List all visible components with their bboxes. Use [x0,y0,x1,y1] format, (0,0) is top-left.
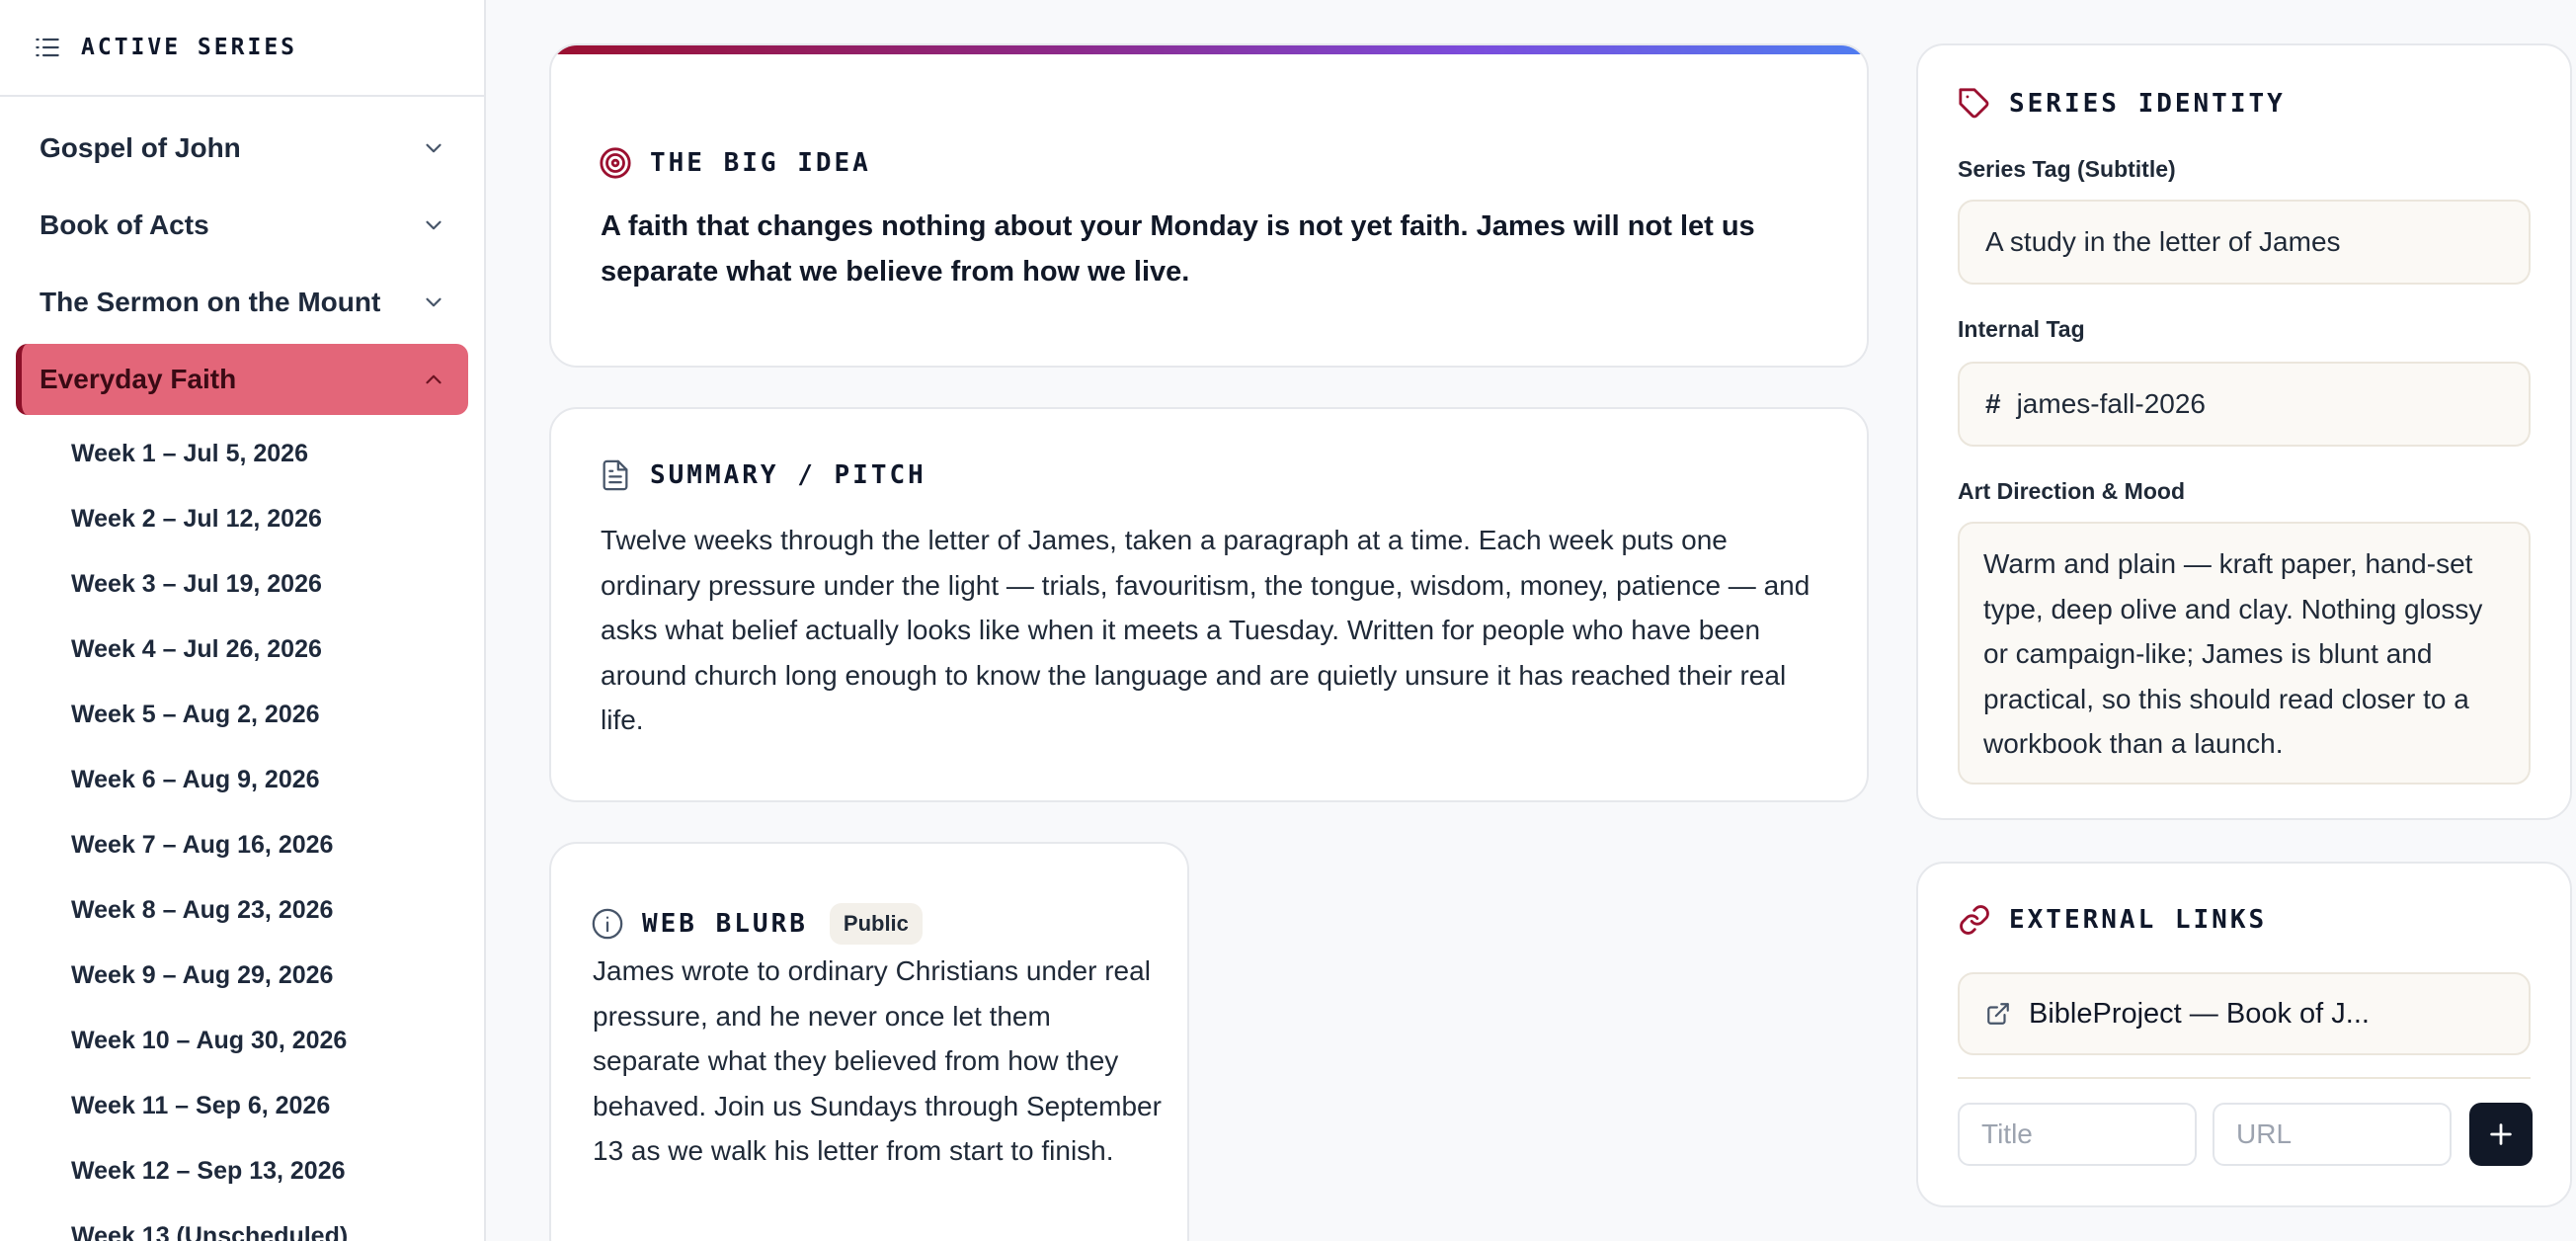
series-list: Gospel of John Book of Acts The Sermon o… [0,97,484,1241]
art-direction-value: Warm and plain — kraft paper, hand-set t… [1983,548,2483,759]
sidebar-title: ACTIVE SERIES [81,35,298,60]
series-identity-heading: SERIES IDENTITY [1958,87,2286,121]
week-item[interactable]: Week 1 – Jul 5, 2026 [71,421,468,486]
week-item[interactable]: Week 2 – Jul 12, 2026 [71,486,468,551]
week-item[interactable]: Week 3 – Jul 19, 2026 [71,551,468,617]
week-item[interactable]: Week 10 – Aug 30, 2026 [71,1008,468,1073]
series-item-everyday-faith[interactable]: Everyday Faith [16,344,468,415]
divider [1958,1077,2531,1079]
internal-tag-field[interactable]: # james-fall-2026 [1958,362,2531,447]
series-tag-value: A study in the letter of James [1985,226,2341,257]
big-idea-card: THE BIG IDEA A faith that changes nothin… [549,43,1869,368]
series-item-label: Gospel of John [40,132,241,163]
external-link-icon [1987,1003,2009,1025]
public-badge: Public [829,903,923,945]
web-blurb-heading: WEB BLURB Public [591,903,923,945]
series-identity-card: SERIES IDENTITY Series Tag (Subtitle) A … [1916,43,2572,820]
week-item[interactable]: Week 4 – Jul 26, 2026 [71,617,468,682]
summary-text[interactable]: Twelve weeks through the letter of James… [601,518,1825,743]
link-icon [1960,905,1989,935]
plus-icon [2490,1123,2512,1145]
week-list: Week 1 – Jul 5, 2026 Week 2 – Jul 12, 20… [16,421,468,1241]
external-link-label: BibleProject — Book of J... [2029,997,2370,1030]
art-direction-label: Art Direction & Mood [1958,478,2185,504]
series-item-sermon-on-the-mount[interactable]: The Sermon on the Mount [16,267,468,338]
external-link-item[interactable]: BibleProject — Book of J... [1958,972,2531,1055]
series-tag-label: Series Tag (Subtitle) [1958,156,2176,182]
series-identity-title: SERIES IDENTITY [2009,89,2286,119]
external-links-heading: EXTERNAL LINKS [1958,903,2267,937]
week-item[interactable]: Week 6 – Aug 9, 2026 [71,747,468,812]
web-blurb-title: WEB BLURB [642,909,808,939]
big-idea-text[interactable]: A faith that changes nothing about your … [601,204,1766,294]
series-item-book-of-acts[interactable]: Book of Acts [16,190,468,261]
tag-icon [1959,88,1989,119]
gradient-accent-bar [551,45,1867,54]
week-item[interactable]: Week 11 – Sep 6, 2026 [71,1073,468,1138]
link-title-input[interactable] [1958,1103,2197,1166]
external-links-card: EXTERNAL LINKS BibleProject — Book of J.… [1916,862,2572,1207]
series-item-label: Book of Acts [40,209,209,240]
week-item[interactable]: Week 12 – Sep 13, 2026 [71,1138,468,1203]
external-links-title: EXTERNAL LINKS [2009,905,2268,935]
hash-icon: # [1985,388,2001,419]
summary-card: SUMMARY / PITCH Twelve weeks through the… [549,407,1869,802]
series-item-label: The Sermon on the Mount [40,287,381,317]
sidebar-header: ACTIVE SERIES [0,0,484,97]
web-blurb-text[interactable]: James wrote to ordinary Christians under… [593,949,1166,1174]
week-item[interactable]: Week 13 (Unscheduled) [71,1203,468,1241]
art-direction-field[interactable]: Warm and plain — kraft paper, hand-set t… [1958,522,2531,785]
chevron-up-icon [426,374,442,384]
big-idea-heading: THE BIG IDEA [599,146,871,180]
week-item[interactable]: Week 9 – Aug 29, 2026 [71,943,468,1008]
target-icon [600,147,631,179]
series-tag-field[interactable]: A study in the letter of James [1958,200,2531,285]
web-blurb-card: WEB BLURB Public James wrote to ordinary… [549,842,1189,1241]
week-item[interactable]: Week 5 – Aug 2, 2026 [71,682,468,747]
summary-title: SUMMARY / PITCH [650,460,926,490]
internal-tag-value: james-fall-2026 [2016,388,2206,419]
series-sidebar: ACTIVE SERIES Gospel of John Book of Act… [0,0,486,1241]
week-item[interactable]: Week 8 – Aug 23, 2026 [71,877,468,943]
series-item-gospel-of-john[interactable]: Gospel of John [16,113,468,184]
chevron-down-icon [426,143,442,153]
link-url-input[interactable] [2213,1103,2452,1166]
chevron-down-icon [426,297,442,307]
info-icon [592,908,623,940]
week-item[interactable]: Week 7 – Aug 16, 2026 [71,812,468,877]
series-item-label: Everyday Faith [40,364,237,394]
summary-heading: SUMMARY / PITCH [599,458,926,492]
list-icon [36,38,59,57]
big-idea-title: THE BIG IDEA [650,148,871,178]
document-icon [603,459,628,491]
chevron-down-icon [426,220,442,230]
internal-tag-label: Internal Tag [1958,316,2085,342]
add-link-button[interactable] [2469,1103,2533,1166]
